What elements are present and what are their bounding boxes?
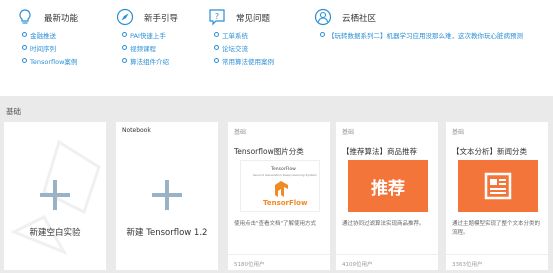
- plus-icon: [152, 180, 182, 210]
- card-tag: 基础: [234, 129, 247, 136]
- community-title: 云栖社区: [342, 14, 377, 24]
- faq-link-1[interactable]: 工单系统: [214, 30, 248, 40]
- card-description: 使用点击"查看文档"了解使用方式: [234, 221, 317, 227]
- card-title: Tensorflow图片分类: [234, 147, 304, 156]
- features-link-3[interactable]: Tensorflow案例: [21, 56, 77, 66]
- faq-title: 常见问题: [236, 14, 271, 24]
- community-link-1[interactable]: 【玩转数据系列二】机器学习应用没那么难，这次教你玩心脏病预测: [320, 30, 523, 40]
- features-title: 最新功能: [44, 14, 79, 24]
- new-tensorflow-label: 新建 Tensorflow 1.2: [126, 228, 208, 238]
- quick-links-panel: 最新功能 金融推送 时间序列 Tensorflow案例 新手引导 PAI快速上手…: [0, 0, 553, 96]
- card-title: 【推荐算法】商品推荐: [342, 147, 417, 156]
- card-description: 通过协同过滤算法实现商品推荐。: [342, 221, 425, 227]
- features-link-2[interactable]: 时间序列: [22, 43, 56, 53]
- card-users: 5180位用户: [234, 262, 265, 268]
- lightbulb-icon: [19, 9, 31, 24]
- template-card-tensorflow[interactable]: 基础 Tensorflow图片分类 TensorFlow Second Gene…: [228, 122, 330, 270]
- question-icon: ?: [209, 9, 225, 26]
- card-title: 【文本分析】新闻分类: [452, 147, 527, 156]
- guide-title: 新手引导: [144, 14, 179, 24]
- template-card-text-classification[interactable]: 基础 【文本分析】新闻分类 通过主题模型实现了整个文本分类的流程。 3363位用…: [446, 122, 548, 270]
- recommendation-thumbnail: 推荐: [348, 160, 428, 212]
- guide-link-3[interactable]: 算法组件介绍: [122, 56, 169, 66]
- card-tag: 基础: [452, 129, 465, 136]
- features-link-1[interactable]: 金融推送: [22, 30, 56, 40]
- faq-link-3[interactable]: 常用算法使用案例: [214, 56, 274, 66]
- section-label: 基础: [6, 107, 21, 116]
- compass-icon: [116, 8, 134, 26]
- card-tag: Notebook: [122, 127, 151, 134]
- thumbnail-text: 推荐: [371, 178, 405, 199]
- newspaper-icon: [484, 172, 512, 200]
- svg-text:?: ?: [215, 12, 219, 21]
- new-tensorflow-notebook-card[interactable]: Notebook 新建 Tensorflow 1.2: [116, 122, 218, 270]
- card-divider: [446, 254, 548, 255]
- card-divider: [336, 254, 438, 255]
- card-divider: [228, 254, 330, 255]
- card-description: 通过主题模型实现了整个文本分类的流程。: [452, 221, 541, 236]
- tensorflow-thumbnail: TensorFlow Second Generation Deep Learni…: [240, 160, 320, 212]
- thumbnail-subtitle: Second Generation Deep Learning System: [253, 173, 317, 177]
- new-blank-experiment-label: 新建空白实验: [29, 228, 81, 238]
- faq-link-2[interactable]: 论坛交流: [214, 43, 248, 53]
- news-thumbnail: [458, 160, 538, 212]
- card-users: 3363位用户: [452, 262, 483, 268]
- guide-link-1[interactable]: PAI快速上手: [122, 30, 166, 40]
- guide-link-2[interactable]: 视频课程: [122, 43, 156, 53]
- card-users: 4109位用户: [342, 262, 373, 268]
- new-blank-experiment-card[interactable]: 新建空白实验: [4, 122, 106, 270]
- thumbnail-title: TensorFlow: [271, 167, 296, 172]
- card-tag: 基础: [342, 129, 355, 136]
- template-card-recommendation[interactable]: 基础 【推荐算法】商品推荐 推荐 通过协同过滤算法实现商品推荐。 4109位用户: [336, 122, 438, 270]
- thumbnail-logo-text: TensorFlow: [263, 199, 308, 207]
- plus-icon: [40, 180, 70, 210]
- tensorflow-logo-icon: [275, 181, 288, 197]
- user-icon: [314, 8, 332, 26]
